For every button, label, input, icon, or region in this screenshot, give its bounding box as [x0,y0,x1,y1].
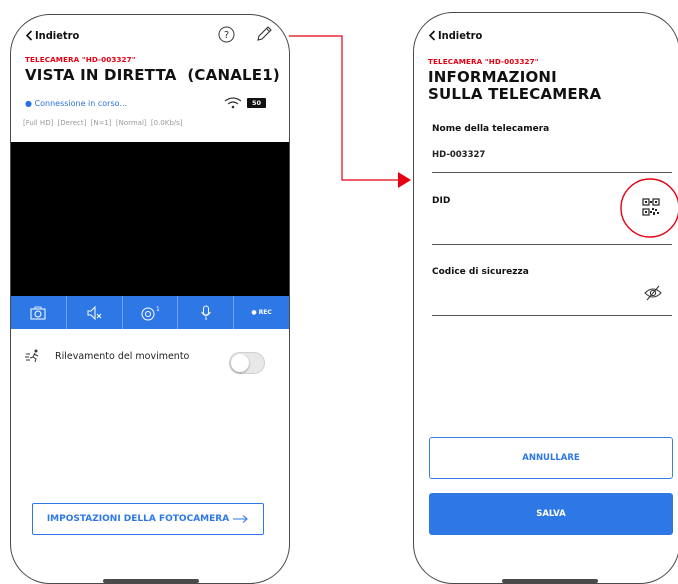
microphone-button[interactable] [178,296,235,329]
help-button[interactable]: ? [218,26,235,47]
security-code-label: Codice di sicurezza [432,267,529,277]
speaker-button[interactable] [67,296,123,329]
back-button[interactable]: Indietro [428,29,482,42]
camera-info-screen: Indietro TELECAMERA "HD-003327" INFORMAZ… [413,12,678,584]
security-code-underline [432,315,672,316]
camera-name-underline [432,172,672,173]
qr-code-icon [642,198,660,216]
motion-detection-toggle[interactable] [229,352,265,374]
motion-running-icon [25,349,39,363]
camera-subtitle: TELECAMERA "HD-003327" [25,55,136,64]
arrow-right-icon [233,515,248,523]
battery-icon: 50 [247,98,266,108]
edit-button[interactable] [255,25,273,47]
battery-level: 50 [251,99,262,107]
chip-users: [N=1] [90,119,112,127]
chip-bitrate: [0.0Kb/s] [150,119,183,127]
speaker-muted-icon [87,305,102,320]
cancel-button[interactable]: ANNULLARE [429,437,673,479]
stream-info-chips: [Full HD] [Derect] [N=1] [Normal] [0.0Kb… [23,119,185,127]
motion-detection-row: Rilevamento del movimento [25,349,189,363]
page-title: VISTA IN DIRETTA (CANALE1) [25,66,280,84]
did-underline [432,244,672,245]
live-video-area[interactable] [11,142,289,297]
pencil-icon [257,26,272,41]
toggle-knob [231,354,249,372]
help-icon: ? [218,26,235,43]
record-label: ● REC [251,309,272,316]
camera-channel-badge: 1 [156,306,160,313]
chevron-left-icon [428,30,436,41]
eye-off-icon [644,285,662,301]
chevron-left-icon [25,30,33,41]
chip-mode: [Normal] [115,119,147,127]
annotation-connector-line [289,35,400,181]
home-indicator [502,579,598,583]
back-label: Indietro [35,29,80,42]
page-title-line2: SULLA TELECAMERA [428,85,602,103]
back-label: Indietro [438,29,483,42]
camera-name-label: Nome della telecamera [432,124,550,134]
snapshot-button[interactable] [11,296,67,329]
did-field[interactable] [432,221,622,233]
live-toolbar: 1 ● REC [11,296,289,329]
camera-settings-label: IMPOSTAZIONI DELLA FOTOCAMERA [46,514,230,524]
toggle-visibility-button[interactable] [644,285,662,305]
switch-camera-button[interactable]: 1 [123,296,179,329]
chip-connection-mode: [Derect] [57,119,87,127]
camera-settings-button[interactable]: IMPOSTAZIONI DELLA FOTOCAMERA [32,503,264,535]
camera-lens-icon: 1 [141,306,160,320]
security-code-field[interactable] [432,292,622,304]
microphone-icon [200,305,211,320]
motion-detection-label: Rilevamento del movimento [55,350,190,362]
cancel-label: ANNULLARE [522,453,580,463]
record-button[interactable]: ● REC [234,296,289,329]
wifi-signal-icon [224,95,242,114]
page-title-line1: INFORMAZIONI [428,68,557,86]
did-label: DID [432,196,451,206]
save-button[interactable]: SALVA [429,493,673,535]
camera-name-field[interactable]: HD-003327 [432,150,485,160]
annotation-arrowhead-icon [398,172,411,188]
qr-scan-button[interactable] [642,198,660,220]
svg-text:?: ? [224,30,229,41]
back-button[interactable]: Indietro [25,29,79,42]
chip-resolution: [Full HD] [23,119,54,127]
connection-status: ● Connessione in corso... [25,99,128,108]
save-label: SALVA [536,509,566,519]
live-view-screen: Indietro ? TELECAMERA "HD-003327" VISTA … [10,14,290,584]
camera-icon [30,306,46,319]
home-indicator [103,579,199,583]
camera-subtitle: TELECAMERA "HD-003327" [428,57,539,66]
